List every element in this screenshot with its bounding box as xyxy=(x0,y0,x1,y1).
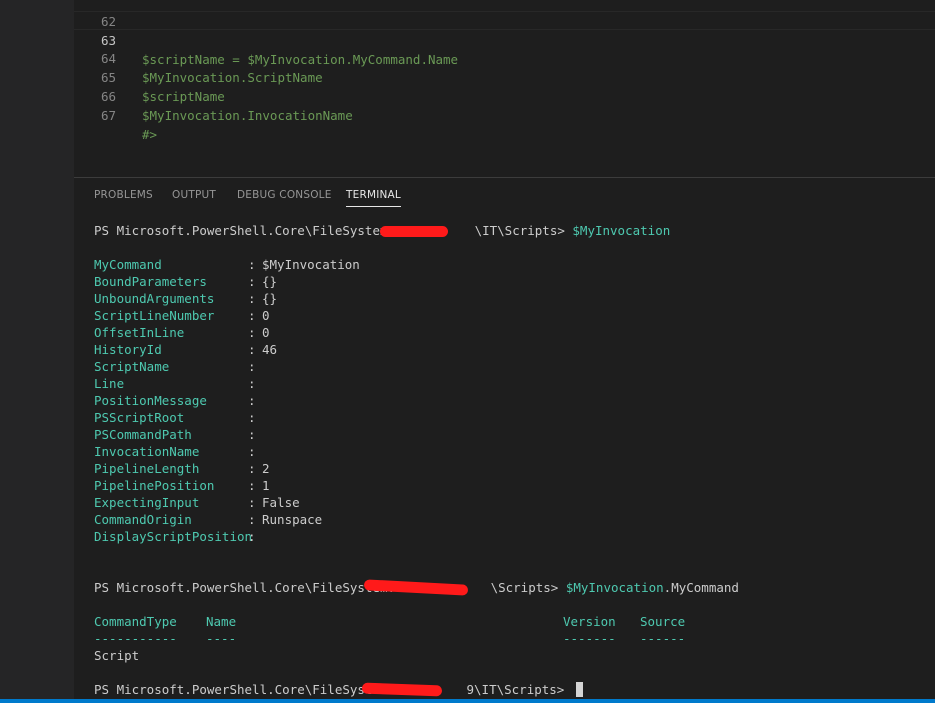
col-command-type: CommandType xyxy=(94,614,177,629)
underline: ------ xyxy=(640,631,686,646)
tab-debug-console[interactable]: DEBUG CONSOLE xyxy=(237,188,332,202)
property-colon: : xyxy=(248,529,256,544)
property-value: False xyxy=(262,495,300,510)
tab-problems[interactable]: PROBLEMS xyxy=(94,188,153,202)
col-name: Name xyxy=(206,614,237,629)
property-colon: : xyxy=(248,274,256,289)
property-key: OffsetInLine xyxy=(94,325,185,340)
property-colon: : xyxy=(248,427,256,442)
code-text: $MyInvocation.InvocationName xyxy=(142,108,353,123)
property-value: 1 xyxy=(262,478,270,493)
code-line: 64 $MyInvocation.ScriptName xyxy=(74,30,935,85)
bottom-panel: PROBLEMS OUTPUT DEBUG CONSOLE TERMINAL xyxy=(74,178,935,699)
property-colon: : xyxy=(248,325,256,340)
prompt-suffix: \Scripts> xyxy=(490,580,566,595)
tab-terminal[interactable]: TERMINAL xyxy=(346,188,401,207)
property-key: InvocationName xyxy=(94,444,200,459)
code-line-current: 63 $scriptName = $MyInvocation.MyCommand… xyxy=(74,11,935,67)
prompt-prefix: PS Microsoft.PowerShell.Core\FileSystem xyxy=(94,682,388,697)
property-colon: : xyxy=(248,342,256,357)
property-colon: : xyxy=(248,308,256,323)
property-colon: : xyxy=(248,478,256,493)
property-colon: : xyxy=(248,257,256,272)
property-value: $MyInvocation xyxy=(262,257,360,272)
code-editor[interactable]: 62 63 $scriptName = $MyInvocation.MyComm… xyxy=(74,0,935,177)
code-line: 67 #> xyxy=(74,87,935,142)
property-key: Line xyxy=(94,376,125,391)
code-line: 66 $MyInvocation.InvocationName xyxy=(74,68,935,123)
col-version: Version xyxy=(563,614,616,629)
property-key: DisplayScriptPosition xyxy=(94,529,253,544)
property-colon: : xyxy=(248,291,256,306)
property-key: ScriptName xyxy=(94,359,170,374)
prompt-suffix: \IT\Scripts> xyxy=(474,223,573,238)
activity-bar xyxy=(0,0,74,703)
terminal-prompt: PS Microsoft.PowerShell.Core\FileSystem 9… xyxy=(94,681,924,698)
property-key: PositionMessage xyxy=(94,393,207,408)
terminal-cursor xyxy=(575,682,583,697)
tab-output[interactable]: OUTPUT xyxy=(172,188,216,202)
property-value: 0 xyxy=(262,308,270,323)
terminal-prompt: PS Microsoft.PowerShell.Core\FileSystem:… xyxy=(94,222,924,239)
property-key: PipelinePosition xyxy=(94,478,215,493)
code-text: #> xyxy=(142,127,158,142)
property-colon: : xyxy=(248,393,256,408)
cell-command-type: Script xyxy=(94,648,140,663)
underline: ---- xyxy=(206,631,237,646)
prompt-prefix: PS Microsoft.PowerShell.Core\FileSystem:… xyxy=(94,580,403,595)
property-colon: : xyxy=(248,461,256,476)
property-value: 2 xyxy=(262,461,270,476)
line-number: 67 xyxy=(100,108,116,123)
underline: ------- xyxy=(563,631,616,646)
property-key: CommandOrigin xyxy=(94,512,192,527)
terminal-prompt: PS Microsoft.PowerShell.Core\FileSystem:… xyxy=(94,579,924,596)
underline: ----------- xyxy=(94,631,177,646)
property-colon: : xyxy=(248,410,256,425)
property-value: 0 xyxy=(262,325,270,340)
property-key: PSScriptRoot xyxy=(94,410,185,425)
property-key: PipelineLength xyxy=(94,461,200,476)
property-value: {} xyxy=(262,274,278,289)
property-value: Runspace xyxy=(262,512,323,527)
prompt-suffix: 9\IT\Scripts> xyxy=(466,682,572,697)
property-colon: : xyxy=(248,444,256,459)
property-key: HistoryId xyxy=(94,342,162,357)
redaction-mark xyxy=(380,226,448,237)
property-key: PSCommandPath xyxy=(94,427,192,442)
status-bar xyxy=(0,699,935,703)
property-key: ScriptLineNumber xyxy=(94,308,215,323)
property-value: {} xyxy=(262,291,278,306)
prompt-prefix: PS Microsoft.PowerShell.Core\FileSystem:… xyxy=(94,223,403,238)
col-source: Source xyxy=(640,614,686,629)
code-line: 65 $scriptName xyxy=(74,49,935,104)
property-key: UnboundArguments xyxy=(94,291,215,306)
prompt-command: $MyInvocation xyxy=(572,223,671,238)
property-colon: : xyxy=(248,359,256,374)
property-colon: : xyxy=(248,512,256,527)
property-key: BoundParameters xyxy=(94,274,207,289)
property-value: 46 xyxy=(262,342,278,357)
property-colon: : xyxy=(248,376,256,391)
property-key: ExpectingInput xyxy=(94,495,200,510)
property-colon: : xyxy=(248,495,256,510)
property-key: MyCommand xyxy=(94,257,162,272)
prompt-command-member: .MyCommand xyxy=(663,580,739,595)
prompt-command-var: $MyInvocation xyxy=(565,580,664,595)
